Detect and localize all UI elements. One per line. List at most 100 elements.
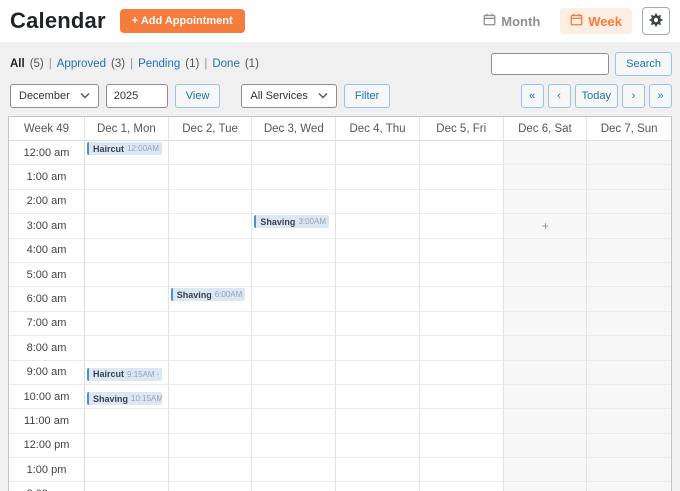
calendar-cell[interactable] [85,312,169,336]
calendar-cell[interactable] [169,190,253,214]
calendar-cell[interactable] [336,482,420,491]
add-appointment-button[interactable]: + Add Appointment [120,9,245,33]
appointment-event[interactable]: Shaving10:15AM - [87,392,162,405]
calendar-cell[interactable] [336,312,420,336]
calendar-cell[interactable] [587,409,671,433]
calendar-cell[interactable] [420,165,504,189]
calendar-cell[interactable] [169,409,253,433]
calendar-cell[interactable] [504,141,588,165]
calendar-cell[interactable] [85,482,169,491]
calendar-cell[interactable] [587,385,671,409]
calendar-cell[interactable] [587,287,671,311]
calendar-cell[interactable] [169,336,253,360]
add-appointment-cell-button[interactable]: + [504,214,588,238]
calendar-cell[interactable] [504,336,588,360]
calendar-cell[interactable] [420,458,504,482]
calendar-cell[interactable] [85,336,169,360]
calendar-cell[interactable] [504,409,588,433]
calendar-cell[interactable] [336,336,420,360]
pagination-next-button[interactable]: › [622,84,645,108]
calendar-cell[interactable] [169,458,253,482]
calendar-cell[interactable] [587,190,671,214]
calendar-cell[interactable] [252,409,336,433]
appointment-event[interactable]: Shaving6:00AM - [171,288,246,301]
appointment-event[interactable]: Haircut9:15AM - [87,368,162,381]
calendar-cell[interactable] [85,165,169,189]
calendar-cell[interactable] [169,214,253,238]
week-view-button[interactable]: Week [560,8,632,34]
pagination-prev-button[interactable]: ‹ [548,84,571,108]
calendar-cell[interactable] [420,214,504,238]
calendar-cell[interactable] [85,458,169,482]
calendar-cell[interactable] [252,239,336,263]
calendar-cell[interactable] [504,361,588,385]
calendar-cell[interactable] [252,482,336,491]
calendar-cell[interactable] [336,263,420,287]
calendar-cell[interactable] [169,239,253,263]
calendar-cell[interactable] [252,312,336,336]
filter-link-done[interactable]: Done [212,58,240,70]
calendar-cell[interactable] [336,361,420,385]
calendar-cell[interactable] [336,434,420,458]
calendar-cell[interactable] [336,165,420,189]
calendar-cell[interactable] [504,312,588,336]
calendar-cell[interactable] [85,287,169,311]
filter-button[interactable]: Filter [344,84,390,108]
calendar-cell[interactable] [587,482,671,491]
calendar-cell[interactable] [587,141,671,165]
calendar-cell[interactable] [587,361,671,385]
calendar-cell[interactable] [169,165,253,189]
calendar-cell[interactable] [504,287,588,311]
calendar-cell[interactable] [336,214,420,238]
calendar-cell[interactable] [252,190,336,214]
calendar-cell[interactable] [252,361,336,385]
calendar-cell[interactable] [587,214,671,238]
filter-link-all[interactable]: All [10,58,25,70]
pagination-today-button[interactable]: Today [575,84,618,108]
calendar-cell[interactable] [85,190,169,214]
calendar-cell[interactable] [169,434,253,458]
calendar-cell[interactable] [504,190,588,214]
calendar-cell[interactable] [420,312,504,336]
calendar-cell[interactable] [336,287,420,311]
calendar-cell[interactable] [587,434,671,458]
calendar-cell[interactable] [169,263,253,287]
filter-link-pending[interactable]: Pending [138,58,180,70]
calendar-cell[interactable] [504,458,588,482]
calendar-cell[interactable] [85,409,169,433]
calendar-cell[interactable] [504,385,588,409]
search-button[interactable]: Search [615,52,672,76]
calendar-cell[interactable] [420,434,504,458]
calendar-cell[interactable] [252,287,336,311]
calendar-cell[interactable] [420,482,504,491]
calendar-cell[interactable] [336,458,420,482]
calendar-cell[interactable] [504,482,588,491]
calendar-cell[interactable] [504,239,588,263]
calendar-cell[interactable] [587,336,671,360]
view-button[interactable]: View [175,84,221,108]
month-view-button[interactable]: Month [473,8,550,34]
calendar-cell[interactable] [587,263,671,287]
calendar-cell[interactable] [420,190,504,214]
calendar-cell[interactable] [336,239,420,263]
calendar-cell[interactable] [336,190,420,214]
calendar-cell[interactable] [252,141,336,165]
calendar-cell[interactable] [252,263,336,287]
calendar-cell[interactable] [85,263,169,287]
pagination-last-button[interactable]: » [649,84,672,108]
search-input[interactable] [491,53,609,75]
settings-button[interactable] [642,7,670,35]
calendar-cell[interactable] [252,336,336,360]
calendar-cell[interactable] [336,141,420,165]
calendar-cell[interactable] [420,409,504,433]
calendar-cell[interactable] [169,385,253,409]
calendar-cell[interactable] [252,434,336,458]
year-input[interactable] [106,84,168,108]
calendar-cell[interactable] [169,482,253,491]
calendar-cell[interactable] [420,361,504,385]
calendar-cell[interactable] [85,239,169,263]
appointment-event[interactable]: Shaving3:00AM - [254,215,329,228]
calendar-cell[interactable] [587,239,671,263]
calendar-cell[interactable] [587,458,671,482]
calendar-cell[interactable] [420,239,504,263]
